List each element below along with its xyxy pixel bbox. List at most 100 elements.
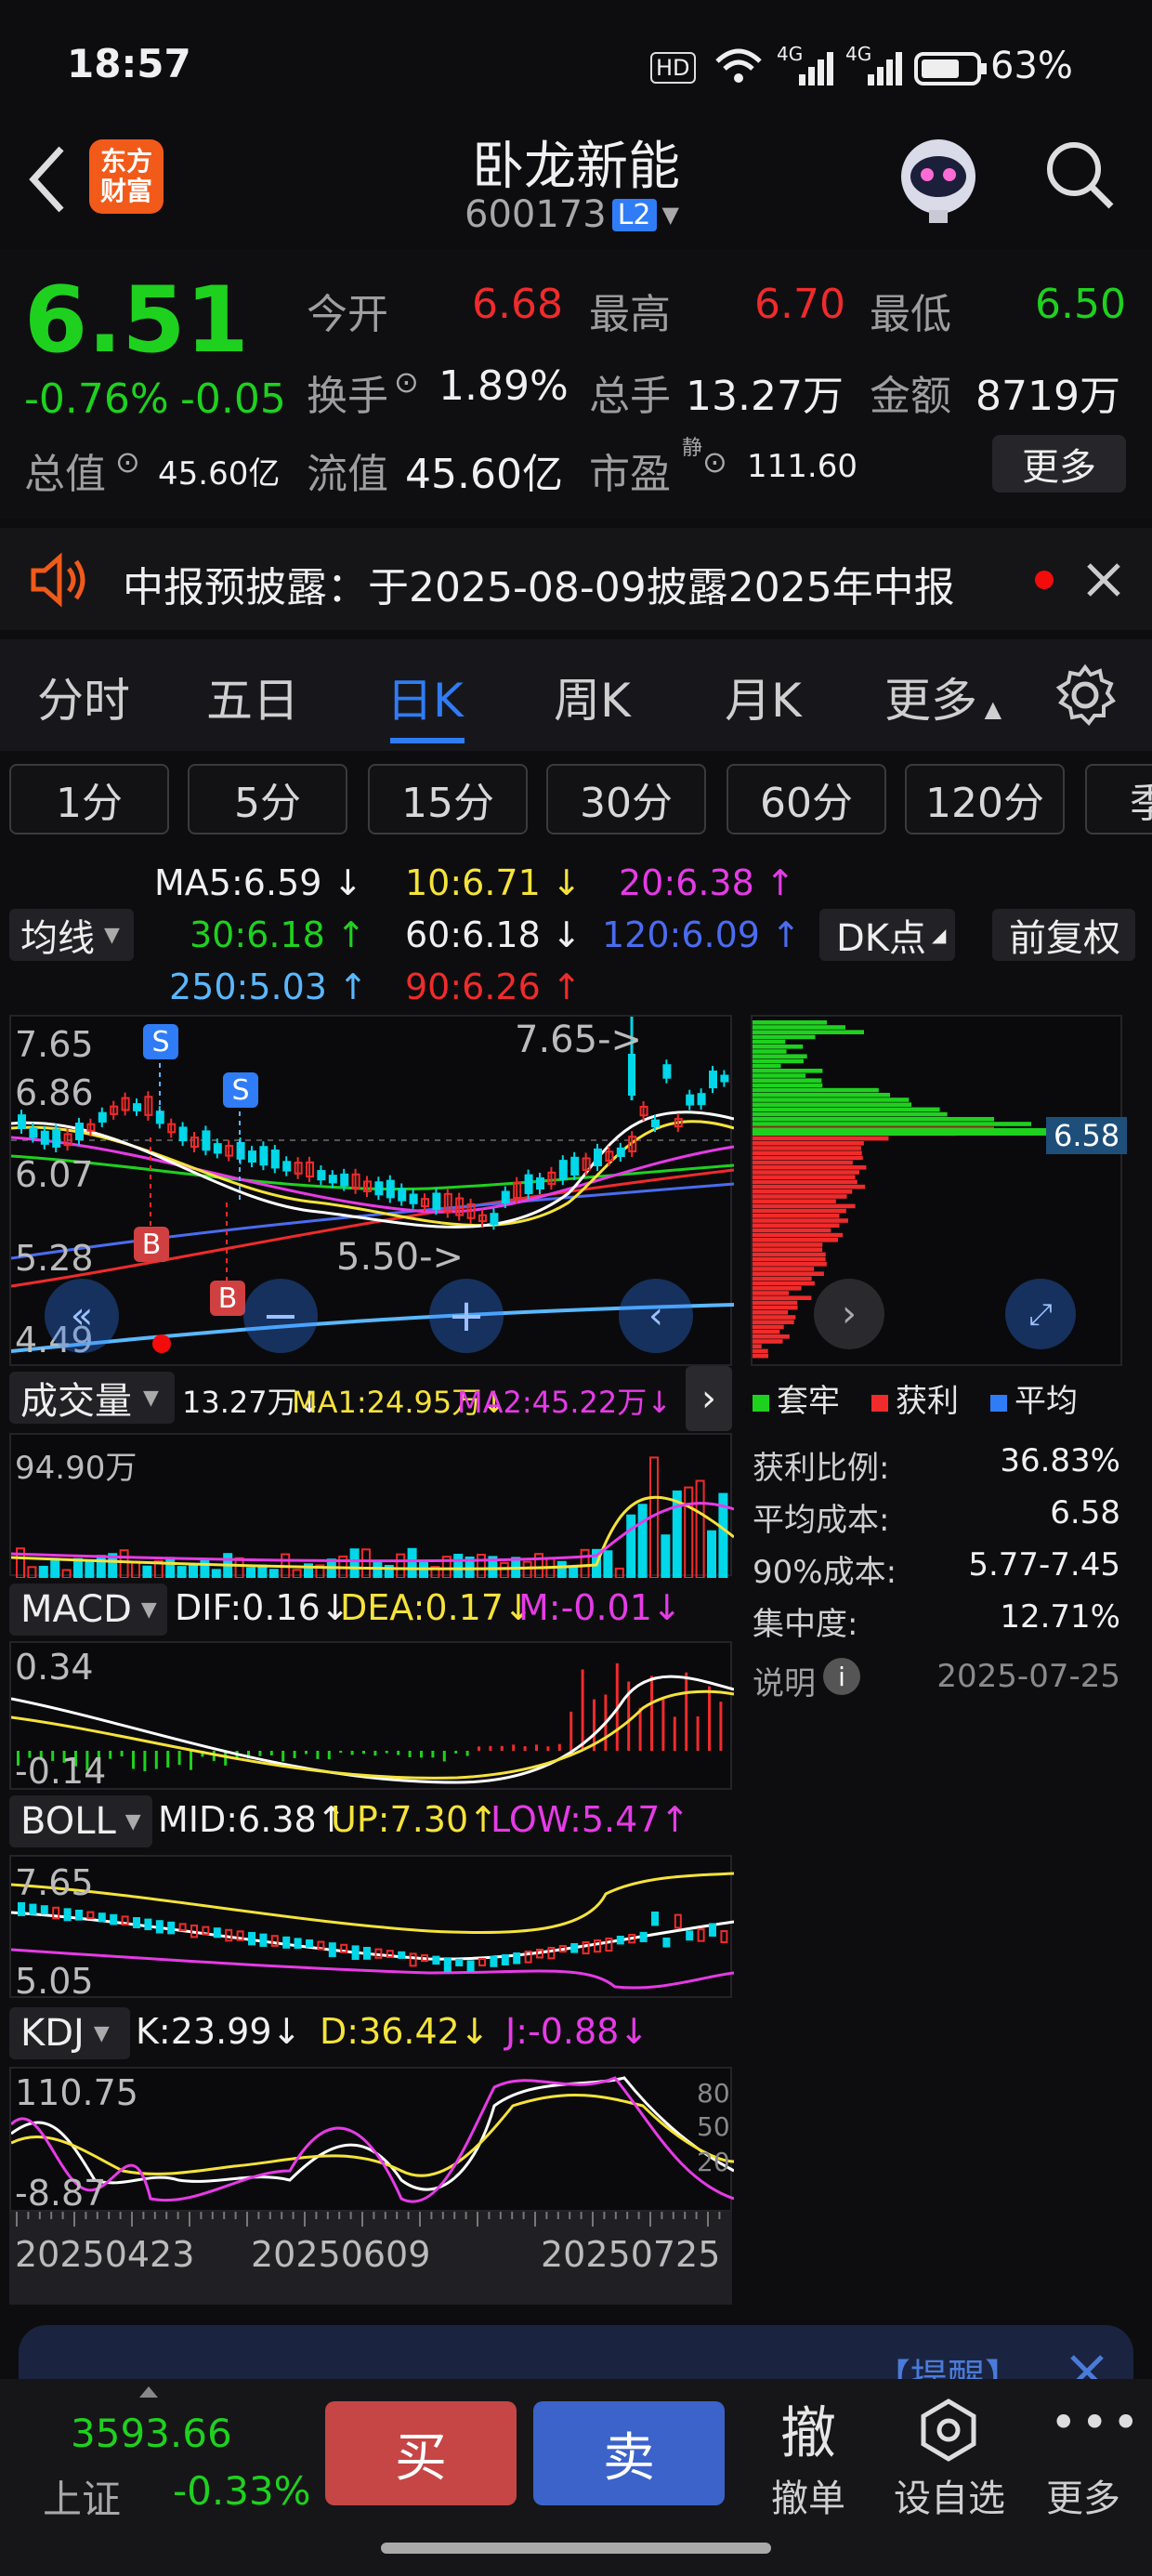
explain-label[interactable]: 说明 (753, 1658, 816, 1703)
volume-indicator-selector[interactable]: 成交量 ▼ (9, 1372, 175, 1424)
quote-panel: 6.51 -0.76% -0.05 今开 6.68 最高 6.70 最低 6.5… (0, 249, 1152, 519)
macd-bar (154, 1751, 158, 1769)
boll-indicator-selector[interactable]: BOLL ▼ (9, 1795, 152, 1847)
more-dots-icon[interactable]: ••• (1050, 2396, 1143, 2450)
more-quote-button[interactable]: 更多 (992, 435, 1126, 493)
ma-selector[interactable]: 均线 ▼ (9, 909, 134, 961)
volume-bar (453, 1554, 464, 1578)
candle-body (40, 1130, 49, 1145)
chip-bar (753, 1155, 863, 1161)
close-icon[interactable] (1085, 561, 1122, 598)
chip-distribution[interactable]: 6.58 › ⤢ (751, 1015, 1128, 1366)
boll-candle (363, 1947, 371, 1960)
boll-chart: 7.65 5.05 (9, 1855, 734, 2002)
boll-y-max: 7.65 (15, 1862, 94, 1903)
sell-signal-badge[interactable]: S (143, 1024, 178, 1059)
chip-bar (753, 1300, 798, 1306)
chip-bar (753, 1150, 862, 1155)
gear-icon[interactable] (1054, 664, 1117, 727)
chip-bar (753, 1199, 836, 1203)
sell-button[interactable]: 卖 (533, 2401, 725, 2505)
macd-bar (109, 1751, 112, 1759)
add-watchlist-icon[interactable] (916, 2398, 981, 2463)
buy-signal-badge[interactable]: B (134, 1227, 169, 1262)
tab-weekly-k[interactable]: 周K (554, 664, 631, 730)
chip-bar (753, 1136, 889, 1141)
macd-bar (143, 1751, 147, 1771)
boll-candle (490, 1956, 498, 1967)
info-icon[interactable]: ⊙ (394, 364, 419, 400)
info-icon[interactable]: i (823, 1658, 860, 1695)
macd-bar (166, 1751, 170, 1768)
boll-candle (466, 1960, 475, 1972)
adjust-button[interactable]: 前复权 (992, 909, 1135, 961)
chip-bar (753, 1286, 802, 1291)
kdj-indicator-selector[interactable]: KDJ ▼ (9, 2007, 130, 2059)
tab-daily-k[interactable]: 日K (386, 664, 464, 730)
macd-bar (327, 1751, 331, 1760)
add-watchlist-label[interactable]: 设自选 (886, 2468, 1013, 2522)
min-price-annotation: 5.50-> (336, 1236, 465, 1279)
stock-code-selector[interactable]: 600173 L2 ▼ (465, 193, 679, 236)
period-5min[interactable]: 5分 (188, 764, 347, 835)
ma90-value: 90:6.26 ↑ (405, 966, 582, 1007)
macd-bar (373, 1751, 377, 1756)
period-15min[interactable]: 15分 (368, 764, 528, 835)
kline-y-4: 5.28 (15, 1238, 94, 1279)
chevron-right-icon[interactable]: › (686, 1366, 732, 1431)
cost90-label: 90%成本: (753, 1554, 897, 1591)
cancel-order-icon[interactable]: 撤 (771, 2388, 845, 2469)
profit-ratio-label: 获利比例: (753, 1450, 890, 1487)
macd-bar (638, 1707, 642, 1751)
buy-button[interactable]: 买 (325, 2401, 517, 2505)
info-icon[interactable]: ⊙ (115, 444, 140, 480)
macd-bar (385, 1751, 388, 1754)
notice-bar[interactable]: 中报预披露：于2025-08-09披露2025年中报 (0, 528, 1152, 630)
period-120min[interactable]: 120分 (905, 764, 1065, 835)
volume-bar (477, 1553, 486, 1578)
zoom-out-icon[interactable]: − (243, 1279, 318, 1353)
macd-bar (258, 1751, 262, 1756)
sell-signal-badge[interactable]: S (223, 1072, 258, 1108)
period-30min[interactable]: 30分 (546, 764, 706, 835)
macd-indicator-selector[interactable]: MACD ▼ (9, 1584, 167, 1636)
active-tab-indicator (390, 738, 465, 743)
date-ticks (16, 2212, 721, 2227)
tab-more[interactable]: 更多 ▲ (884, 664, 1001, 730)
expand-icon[interactable]: ⤢ (1005, 1279, 1076, 1349)
candle-body (248, 1150, 256, 1163)
info-icon[interactable]: ⊙ (702, 444, 727, 480)
boll-candle (432, 1955, 440, 1965)
cancel-order-label[interactable]: 撤单 (760, 2468, 857, 2522)
chevron-right-icon[interactable]: › (814, 1279, 884, 1349)
scroll-left-icon[interactable]: « (45, 1279, 119, 1353)
tab-intraday[interactable]: 分时 (37, 664, 130, 730)
period-1min[interactable]: 1分 (9, 764, 169, 835)
period-quarter[interactable]: 季 (1085, 764, 1152, 835)
robot-assistant-icon[interactable] (892, 132, 985, 225)
chip-bar (753, 1034, 816, 1040)
chip-bar (753, 1117, 994, 1122)
tab-monthly-k[interactable]: 月K (725, 664, 802, 730)
concentration-value: 12.71% (1000, 1598, 1120, 1636)
chip-bar (753, 1214, 840, 1218)
buy-signal-badge[interactable]: B (210, 1281, 245, 1316)
chip-bar (753, 1141, 864, 1146)
boll-candle (501, 1954, 509, 1965)
back-to-latest-icon[interactable]: ‹ (619, 1279, 693, 1353)
period-60min[interactable]: 60分 (727, 764, 886, 835)
volume-bar (349, 1548, 360, 1578)
chip-bar (753, 1208, 846, 1214)
chip-bar (753, 1020, 827, 1025)
macd-y-min: -0.14 (15, 1751, 107, 1792)
date-label-mid: 20250609 (251, 2234, 431, 2275)
candle-body (697, 1093, 706, 1106)
search-icon[interactable] (1042, 138, 1117, 212)
dk-point-button[interactable]: DK点 ◢ (819, 909, 955, 961)
more-label[interactable]: 更多 (1044, 2468, 1122, 2522)
kline-chart[interactable]: 7.65 6.86 6.07 5.28 4.49 7.65-> 5.50-> S… (9, 1015, 734, 1366)
amount-label: 金额 (870, 373, 951, 420)
tab-five-day[interactable]: 五日 (206, 664, 299, 730)
chip-bar (753, 1315, 796, 1320)
zoom-in-icon[interactable]: + (429, 1279, 504, 1353)
